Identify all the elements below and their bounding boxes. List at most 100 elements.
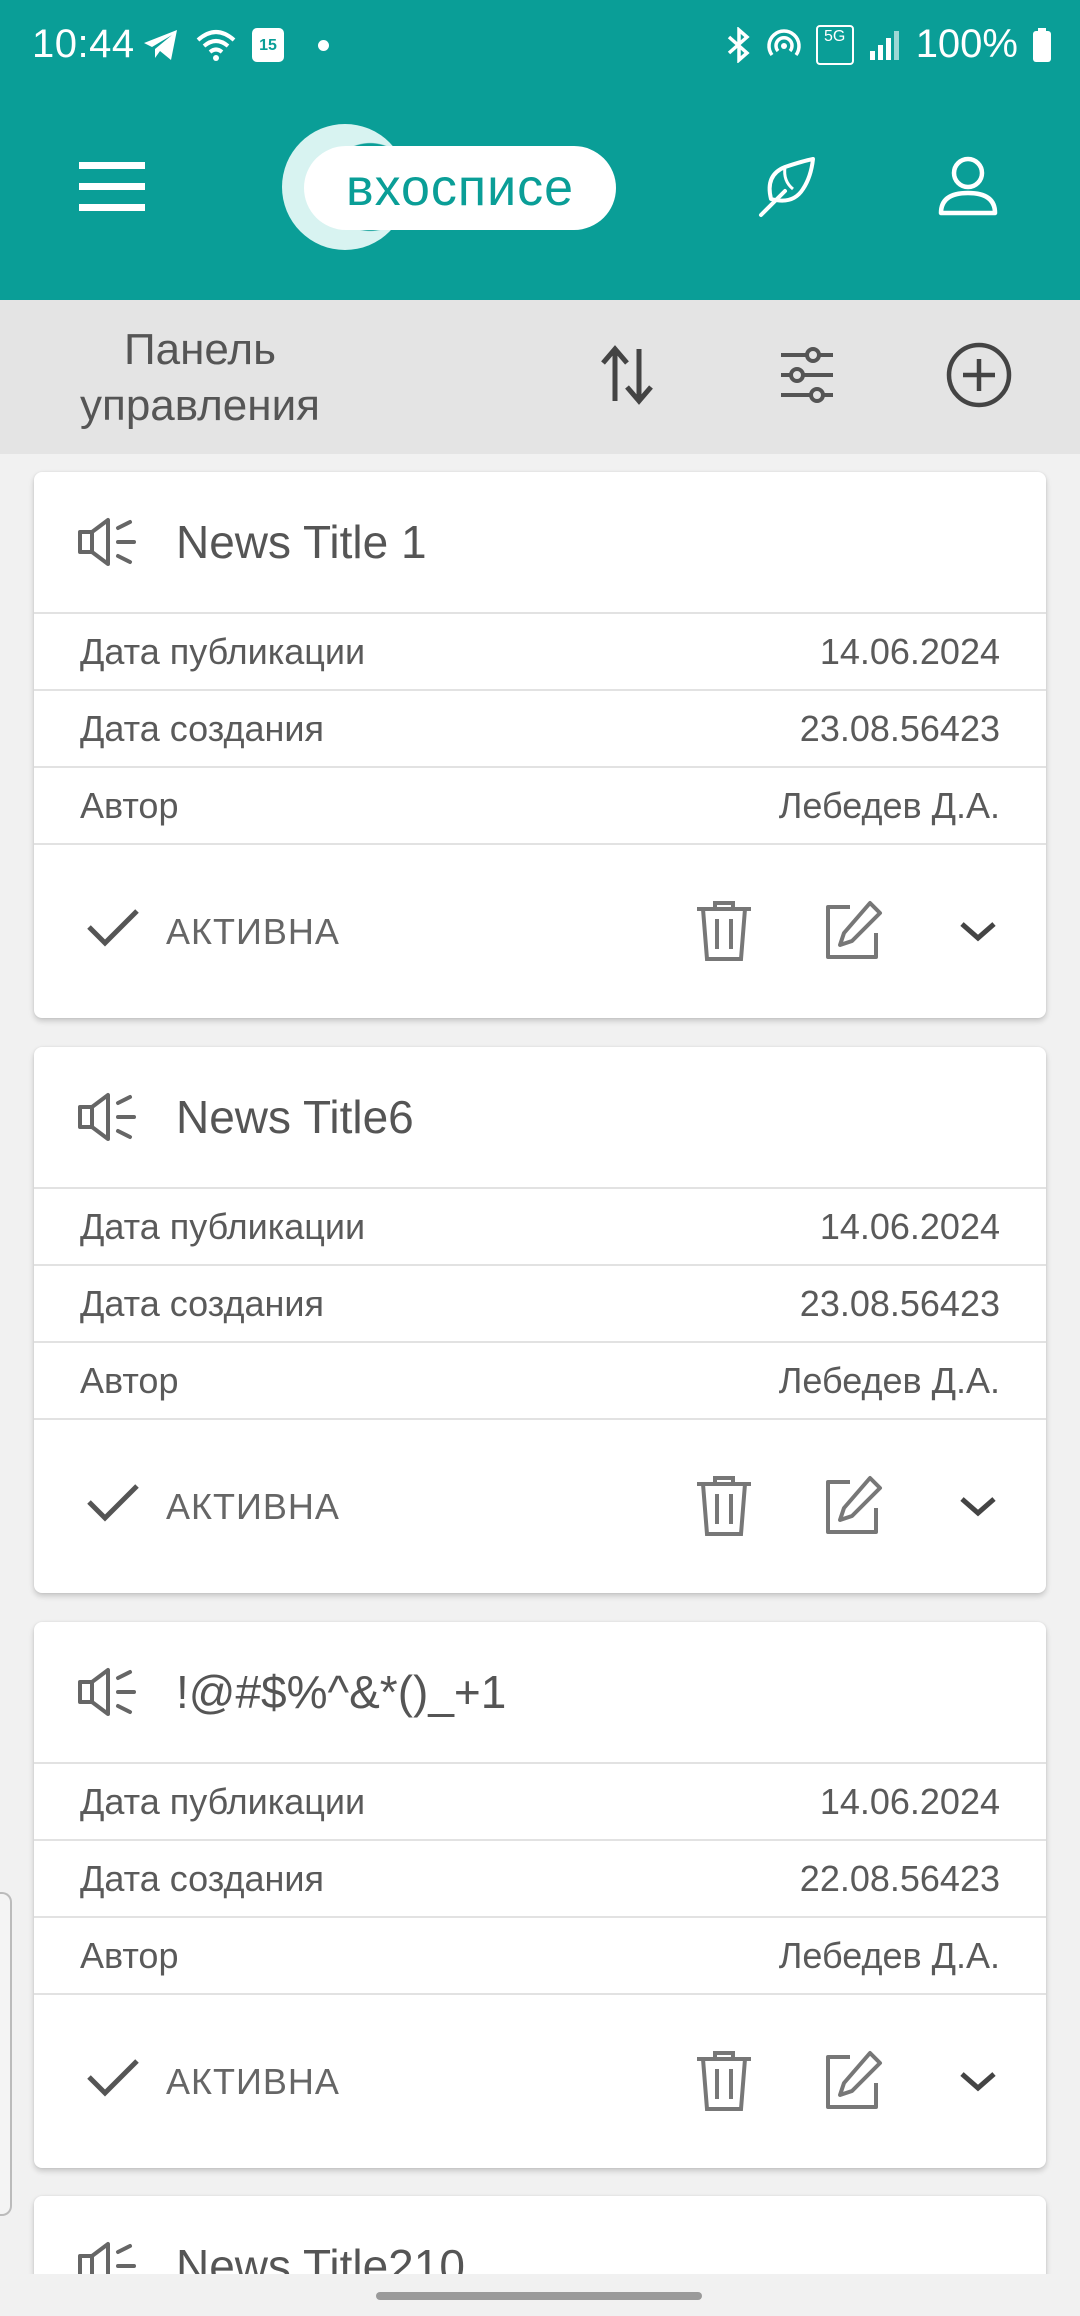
- expand-button[interactable]: [938, 1468, 1018, 1548]
- megaphone-icon: [76, 2240, 146, 2274]
- status-toggle[interactable]: АКТИВНА: [86, 1482, 340, 1531]
- signal-icon: [868, 29, 902, 61]
- megaphone-icon: [76, 1091, 146, 1143]
- author-row: Автор Лебедев Д.А.: [34, 1918, 1046, 1995]
- news-card[interactable]: News Title 1 Дата публикации 14.06.2024 …: [34, 472, 1046, 1018]
- card-footer: АКТИВНА: [34, 845, 1046, 1022]
- card-header: !@#$%^&*()_+1: [34, 1622, 1046, 1764]
- filter-button[interactable]: [762, 332, 852, 422]
- delete-button[interactable]: [684, 893, 764, 973]
- system-nav-bar: [0, 2274, 1080, 2316]
- author-label: Автор: [80, 1934, 179, 1976]
- expand-button[interactable]: [938, 2043, 1018, 2123]
- publication-date-row: Дата публикации 14.06.2024: [34, 1764, 1046, 1841]
- card-title: !@#$%^&*()_+1: [176, 1666, 507, 1718]
- author-label: Автор: [80, 1359, 179, 1401]
- card-header: News Title210: [34, 2196, 1046, 2274]
- creation-date-label: Дата создания: [80, 1282, 324, 1324]
- creation-date-value: 22.08.56423: [799, 1857, 1000, 1899]
- card-header: News Title6: [34, 1047, 1046, 1189]
- expand-button[interactable]: [938, 893, 1018, 973]
- creation-date-row: Дата создания 22.08.56423: [34, 1841, 1046, 1918]
- card-title: News Title6: [176, 1091, 414, 1143]
- edit-button[interactable]: [812, 1468, 892, 1548]
- card-footer: АКТИВНА: [34, 1995, 1046, 2172]
- chevron-down-icon: [958, 1493, 998, 1524]
- calendar-day: 15: [259, 37, 277, 54]
- creation-date-label: Дата создания: [80, 1857, 324, 1899]
- author-row: Автор Лебедев Д.А.: [34, 1343, 1046, 1420]
- status-time: 10:44: [32, 22, 135, 66]
- author-row: Автор Лебедев Д.А.: [34, 768, 1046, 845]
- feather-button[interactable]: [738, 140, 838, 240]
- megaphone-icon: [76, 1666, 146, 1718]
- trash-icon: [693, 2049, 755, 2118]
- publication-date-value: 14.06.2024: [819, 1205, 1000, 1247]
- status-toggle[interactable]: АКТИВНА: [86, 2057, 340, 2106]
- control-panel-toolbar: Панель управления: [0, 300, 1080, 454]
- sort-button[interactable]: [582, 332, 672, 422]
- edit-button[interactable]: [812, 893, 892, 973]
- battery-icon: [1032, 27, 1052, 63]
- chevron-down-icon: [958, 2068, 998, 2099]
- app-header: 10:44 15 5G 100% вхосписе: [0, 0, 1080, 300]
- publication-date-row: Дата публикации 14.06.2024: [34, 1189, 1046, 1266]
- card-title: News Title 1: [176, 516, 427, 568]
- news-card[interactable]: News Title6 Дата публикации 14.06.2024 Д…: [34, 1047, 1046, 1593]
- app-logo[interactable]: вхосписе: [282, 122, 622, 252]
- status-toggle[interactable]: АКТИВНА: [86, 907, 340, 956]
- bluetooth-icon: [726, 26, 752, 63]
- checkmark-icon: [86, 907, 140, 956]
- network-5g-icon: 5G: [815, 24, 854, 65]
- publication-date-label: Дата публикации: [80, 1205, 366, 1247]
- status-label: АКТИВНА: [166, 2060, 340, 2102]
- creation-date-row: Дата создания 23.08.56423: [34, 691, 1046, 768]
- telegram-icon: [142, 28, 180, 62]
- logo-text: вхосписе: [304, 146, 616, 230]
- delete-button[interactable]: [684, 2043, 764, 2123]
- news-list[interactable]: News Title 1 Дата публикации 14.06.2024 …: [0, 454, 1080, 2274]
- sort-icon: [599, 344, 655, 410]
- trash-icon: [693, 899, 755, 968]
- author-value: Лебедев Д.А.: [778, 1934, 1000, 1976]
- add-circle-icon: [945, 341, 1013, 414]
- edit-icon: [820, 899, 884, 968]
- hamburger-menu-icon: [79, 160, 145, 217]
- edit-button[interactable]: [812, 2043, 892, 2123]
- edge-panel-handle[interactable]: [0, 1892, 12, 2216]
- news-card[interactable]: News Title210: [34, 2196, 1046, 2274]
- publication-date-row: Дата публикации 14.06.2024: [34, 614, 1046, 691]
- delete-button[interactable]: [684, 1468, 764, 1548]
- feather-icon: [755, 155, 821, 226]
- card-title: News Title210: [176, 2240, 465, 2274]
- edit-icon: [820, 1474, 884, 1543]
- megaphone-icon: [76, 516, 146, 568]
- author-value: Лебедев Д.А.: [778, 1359, 1000, 1401]
- menu-button[interactable]: [62, 138, 162, 238]
- creation-date-row: Дата создания 23.08.56423: [34, 1266, 1046, 1343]
- wifi-icon: [196, 28, 236, 62]
- creation-date-label: Дата создания: [80, 707, 324, 749]
- creation-date-value: 23.08.56423: [799, 1282, 1000, 1324]
- checkmark-icon: [86, 2057, 140, 2106]
- calendar-icon: 15: [252, 28, 284, 62]
- trash-icon: [693, 1474, 755, 1543]
- battery-level: 100%: [915, 22, 1018, 66]
- status-bar: 10:44 15 5G 100%: [0, 0, 1080, 96]
- publication-date-value: 14.06.2024: [819, 630, 1000, 672]
- card-header: News Title 1: [34, 472, 1046, 614]
- publication-date-label: Дата публикации: [80, 630, 366, 672]
- home-gesture-handle[interactable]: [376, 2292, 702, 2300]
- checkmark-icon: [86, 1482, 140, 1531]
- status-label: АКТИВНА: [166, 1485, 340, 1527]
- user-icon: [937, 155, 999, 222]
- notification-dot-icon: [318, 39, 329, 51]
- edit-icon: [820, 2049, 884, 2118]
- profile-button[interactable]: [918, 138, 1018, 238]
- creation-date-value: 23.08.56423: [799, 707, 1000, 749]
- publication-date-value: 14.06.2024: [819, 1780, 1000, 1822]
- add-button[interactable]: [934, 332, 1024, 422]
- card-footer: АКТИВНА: [34, 1420, 1046, 1597]
- news-card[interactable]: !@#$%^&*()_+1 Дата публикации 14.06.2024…: [34, 1622, 1046, 2168]
- author-label: Автор: [80, 784, 179, 826]
